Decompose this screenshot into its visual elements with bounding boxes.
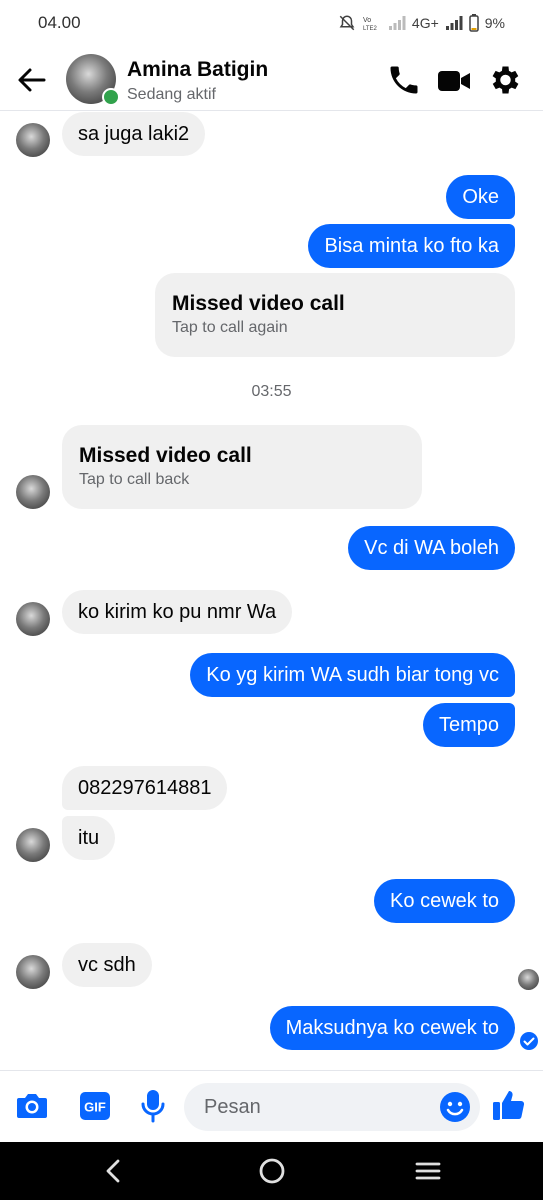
phone-icon (390, 66, 418, 94)
sender-avatar[interactable] (16, 123, 50, 157)
sender-avatar[interactable] (16, 955, 50, 989)
chat-settings-button[interactable] (486, 62, 522, 98)
incoming-message[interactable]: ko kirim ko pu nmr Wa (62, 590, 293, 634)
incoming-message[interactable]: vc sdh (62, 943, 152, 987)
incoming-message[interactable]: sa juga laki2 (62, 112, 206, 156)
online-indicator (102, 88, 120, 106)
svg-text:LTE2: LTE2 (363, 26, 378, 32)
home-circle-icon (259, 1158, 285, 1184)
outgoing-message[interactable]: Vc di WA boleh (348, 526, 515, 570)
volte-icon: Vo LTE2 (363, 17, 378, 32)
video-call-button[interactable] (436, 64, 472, 98)
gif-icon: GIF (80, 1092, 110, 1120)
sender-avatar[interactable] (16, 475, 50, 509)
battery-icon (469, 14, 479, 32)
seen-by-avatar (518, 969, 539, 990)
voice-call-button[interactable] (386, 62, 422, 98)
delivered-check-icon (520, 1032, 538, 1050)
outgoing-message[interactable]: Tempo (422, 703, 515, 747)
nav-recents-button[interactable] (413, 1156, 443, 1191)
contact-status: Sedang aktif (127, 86, 216, 103)
missed-call-subtitle: Tap to call again (172, 319, 288, 336)
outgoing-message[interactable]: Bisa minta ko fto ka (308, 224, 515, 268)
missed-call-card[interactable]: Missed video call Tap to call back (62, 425, 422, 509)
like-button[interactable] (491, 1087, 527, 1128)
voice-message-button[interactable] (139, 1088, 167, 1129)
svg-text:GIF: GIF (84, 1100, 106, 1115)
camera-icon (17, 1094, 47, 1118)
message-timestamp: 03:55 (251, 383, 292, 400)
chevron-left-icon (106, 1159, 120, 1183)
camera-button[interactable] (15, 1090, 49, 1127)
svg-text:Vo: Vo (363, 17, 371, 24)
network-type: 4G+ (411, 15, 439, 31)
outgoing-message[interactable]: Oke (446, 175, 515, 219)
missed-call-card[interactable]: Missed video call Tap to call again (155, 273, 515, 357)
battery-level: 9% (484, 15, 505, 31)
menu-lines-icon (415, 1162, 441, 1180)
thumbs-up-icon (493, 1091, 525, 1120)
mute-notifications-icon (339, 15, 355, 31)
status-icons: Vo LTE2 4G+ 9% (338, 14, 505, 32)
gear-icon (492, 66, 519, 94)
sender-avatar[interactable] (16, 602, 50, 636)
signal-strong-icon (445, 16, 463, 30)
sender-avatar[interactable] (16, 828, 50, 862)
system-navigation-bar (0, 1142, 543, 1200)
emoji-button[interactable] (439, 1091, 471, 1128)
missed-call-title: Missed video call (172, 292, 345, 315)
arrow-left-icon (18, 68, 46, 92)
back-button[interactable] (14, 62, 50, 98)
status-bar: 04.00 Vo LTE2 4G+ 9% (0, 0, 543, 46)
message-input[interactable] (184, 1083, 480, 1131)
missed-call-title: Missed video call (79, 444, 252, 467)
nav-home-button[interactable] (257, 1156, 287, 1191)
outgoing-message[interactable]: Ko yg kirim WA sudh biar tong vc (190, 653, 515, 697)
gif-button[interactable]: GIF (79, 1090, 111, 1127)
outgoing-message[interactable]: Maksudnya ko cewek to (269, 1006, 515, 1050)
signal-weak-icon (388, 16, 406, 30)
outgoing-message[interactable]: Ko cewek to (374, 879, 515, 923)
status-time: 04.00 (38, 13, 81, 32)
video-camera-icon (438, 71, 470, 91)
nav-back-button[interactable] (98, 1156, 128, 1191)
smiley-icon (440, 1092, 470, 1122)
missed-call-subtitle: Tap to call back (79, 471, 190, 488)
contact-name[interactable]: Amina Batigin (127, 58, 268, 82)
incoming-message[interactable]: itu (62, 816, 116, 860)
message-composer: GIF (0, 1070, 543, 1143)
microphone-icon (141, 1090, 165, 1123)
chat-header: Amina Batigin Sedang aktif (0, 46, 543, 111)
incoming-message[interactable]: 082297614881 (62, 766, 228, 810)
